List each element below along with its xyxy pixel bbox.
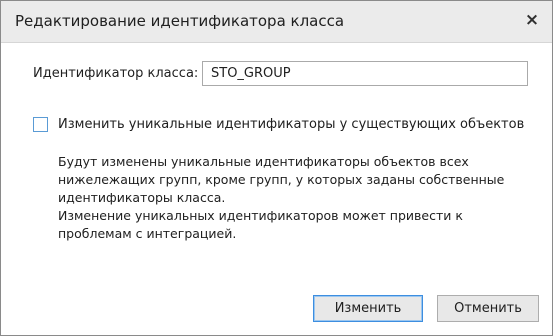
- info-text: Будут изменены уникальные идентификаторы…: [58, 153, 534, 243]
- class-id-label: Идентификатор класса:: [33, 66, 199, 81]
- dialog-title: Редактирование идентификатора класса: [15, 12, 345, 30]
- edit-class-id-dialog: Редактирование идентификатора класса × И…: [0, 0, 553, 336]
- change-existing-ids-checkbox[interactable]: [33, 117, 48, 132]
- close-icon[interactable]: ×: [521, 9, 543, 31]
- cancel-button[interactable]: Отменить: [437, 295, 539, 322]
- class-id-input[interactable]: [202, 61, 528, 86]
- change-existing-ids-label[interactable]: Изменить уникальные идентификаторы у сущ…: [58, 117, 524, 132]
- dialog-titlebar: Редактирование идентификатора класса ×: [1, 1, 552, 43]
- info-paragraph-1: Будут изменены уникальные идентификаторы…: [58, 154, 505, 205]
- info-paragraph-2: Изменение уникальных идентификаторов мож…: [58, 208, 463, 241]
- apply-button[interactable]: Изменить: [313, 295, 423, 322]
